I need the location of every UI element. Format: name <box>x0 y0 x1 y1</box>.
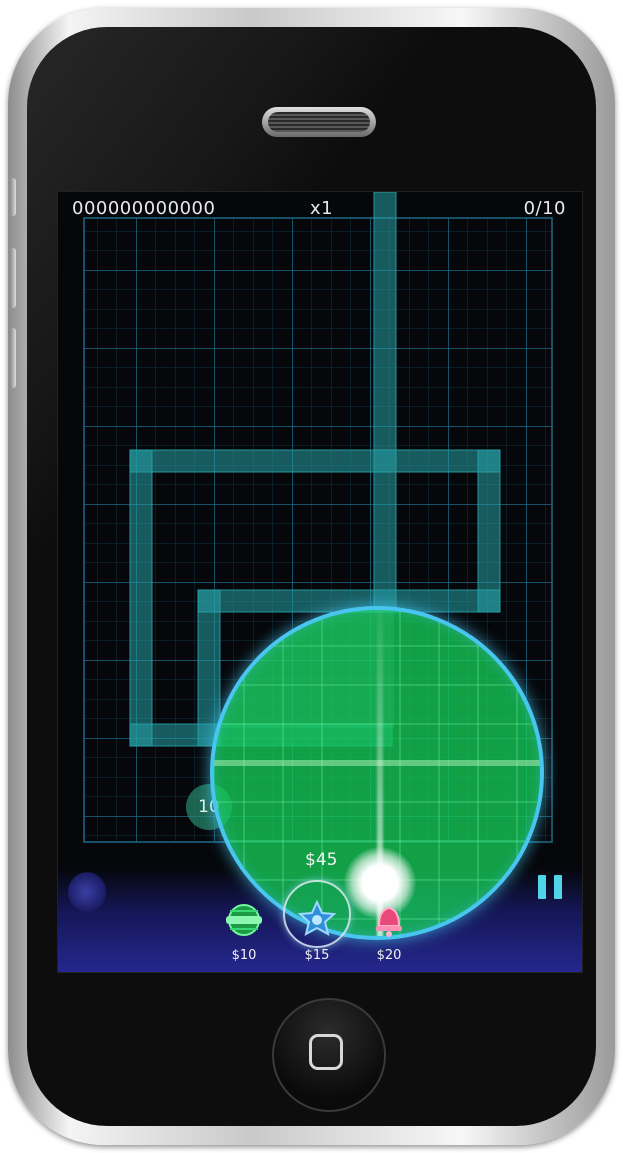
volume-up-button <box>10 248 16 308</box>
home-square-icon <box>309 1034 343 1070</box>
bell-icon <box>376 906 402 937</box>
shop-tower-star-gear[interactable] <box>291 896 343 944</box>
volume-down-button <box>10 328 16 388</box>
earpiece-speaker <box>262 107 376 137</box>
game-screen[interactable]: 000000000000 x1 0/10 10 $45 $10 $15 $20 <box>57 191 583 973</box>
shop-tower-striped-ball[interactable] <box>218 896 270 944</box>
star-gear-icon <box>297 899 337 936</box>
score-display: 000000000000 <box>72 198 216 219</box>
moon-icon[interactable] <box>68 872 108 912</box>
shop-price-20: $20 <box>376 948 402 963</box>
shop-price-15: $15 <box>304 948 330 963</box>
shop-tower-bell[interactable] <box>363 896 415 944</box>
shop-price-10: $10 <box>231 948 257 963</box>
mute-switch <box>10 178 16 216</box>
striped-ball-icon <box>226 904 262 936</box>
multiplier-display: x1 <box>310 198 334 219</box>
tower-cost-preview: $45 <box>305 850 338 870</box>
wave-counter: 0/10 <box>523 198 566 219</box>
home-button[interactable] <box>272 998 386 1112</box>
pause-button[interactable] <box>538 875 562 899</box>
